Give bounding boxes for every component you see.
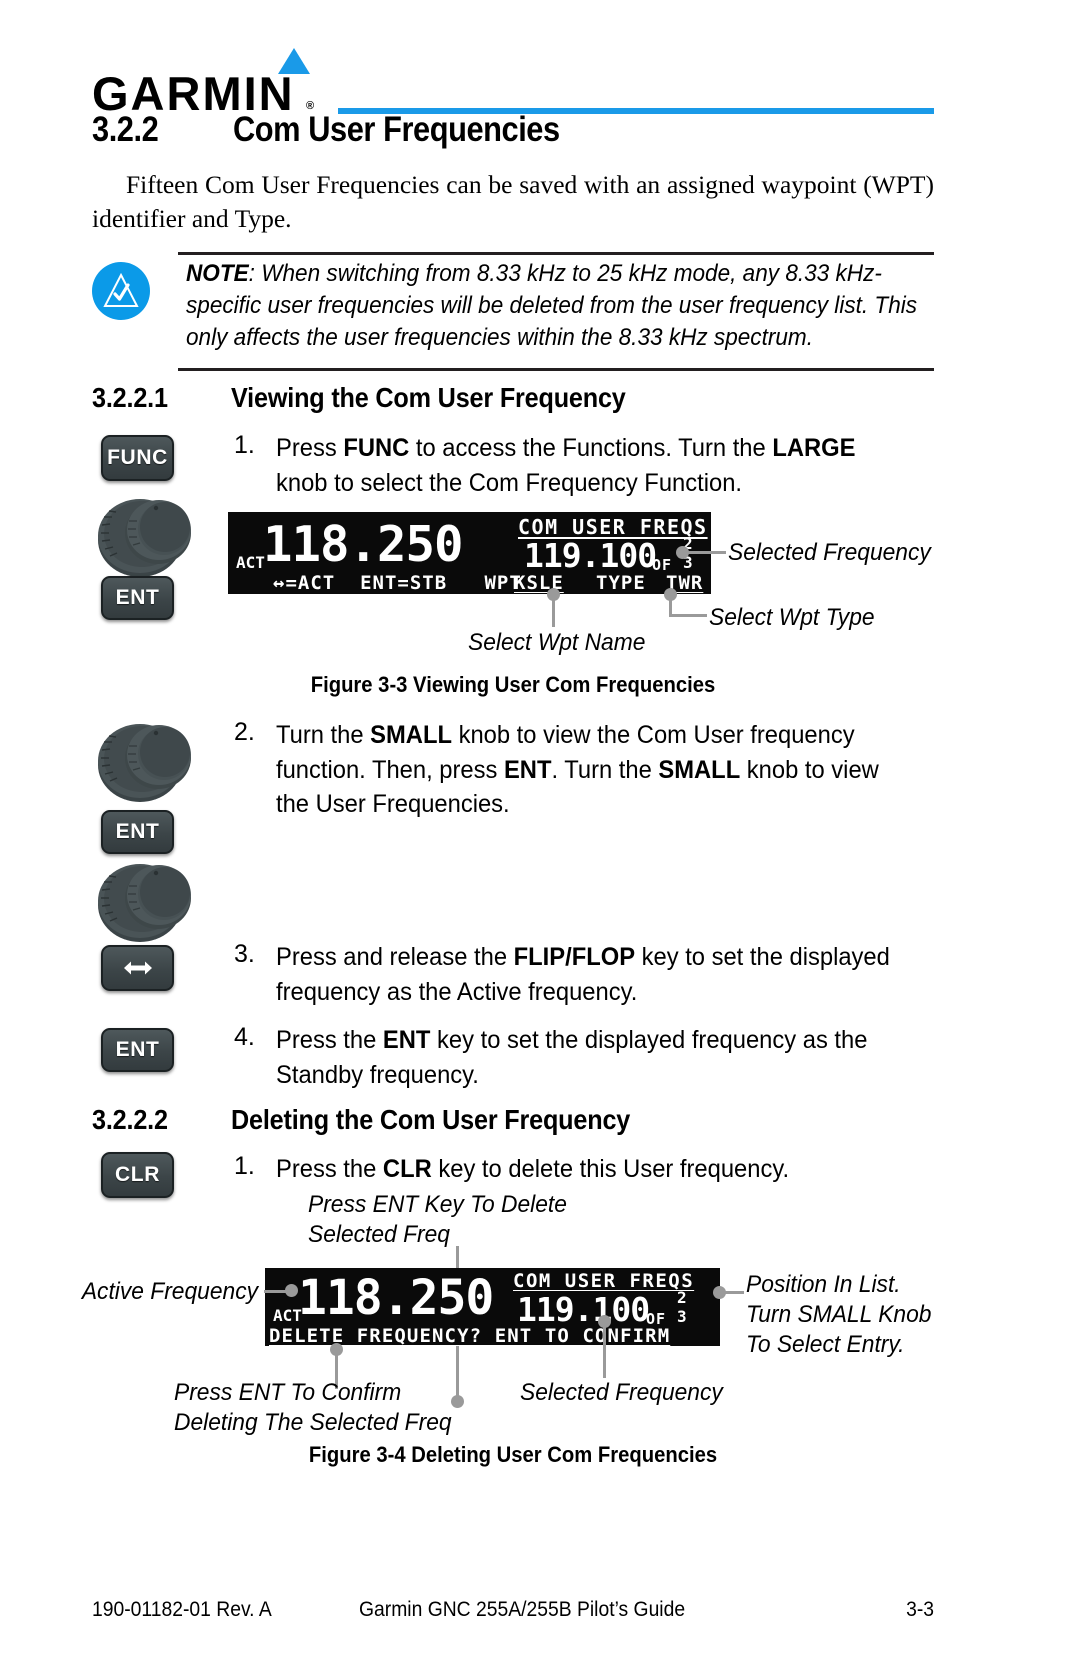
func-key[interactable]: FUNC: [101, 435, 174, 481]
knob-icon-3: [98, 864, 191, 942]
figure-3-4-caption: Figure 3-4 Deleting User Com Frequencies: [308, 1442, 718, 1467]
page-header: GARMIN ®: [92, 22, 934, 117]
garmin-logo: GARMIN ®: [92, 22, 332, 117]
step-3-number: 3.: [234, 940, 255, 968]
leader-dot-active-freq: [285, 1284, 298, 1297]
note-icon-glyph: [103, 272, 139, 307]
large-small-knob-3[interactable]: [96, 858, 194, 944]
step-5-number: 1.: [234, 1152, 255, 1180]
display2-prompt-line: DELETE FREQUENCY? ENT TO CONFIRM: [269, 1325, 671, 1346]
display2-position-total: 3: [677, 1307, 688, 1326]
display1-status-line: ↔=ACT ENT=STB WPT: [273, 572, 522, 594]
figure-3-3-caption: Figure 3-3 Viewing User Com Frequencies: [310, 672, 716, 697]
note-bottom-rule: [178, 368, 934, 371]
callout-position-in-list: Position In List. Turn SMALL Knob To Sel…: [746, 1271, 932, 1358]
document-page: GARMIN ® 3.2.2 Com User Frequencies Fift…: [0, 0, 1080, 1669]
gnc255-display-figure-3-3: ACT 118.250 COM USER FREQS 119.100 OF 2 …: [228, 512, 711, 594]
ent-key-1-label: ENT: [115, 586, 160, 609]
callout-press-ent-confirm: Press ENT To Confirm Deleting The Select…: [174, 1379, 452, 1436]
intro-paragraph: Fifteen Com User Frequencies can be save…: [92, 170, 934, 233]
footer-page-number: 3-3: [906, 1598, 934, 1621]
step-1-text: Press FUNC to access the Functions. Turn…: [276, 434, 856, 497]
step-1-number: 1.: [234, 431, 255, 459]
note-top-rule: [178, 252, 934, 255]
display2-title: COM USER FREQS: [513, 1270, 695, 1292]
func-key-label: FUNC: [107, 446, 168, 469]
gnc255-display-figure-3-4: ACT 118.250 COM USER FREQS 119.100 OF 2 …: [265, 1268, 720, 1346]
callout-selected-frequency-2: Selected Frequency: [520, 1379, 723, 1406]
knob-icon-2: [98, 724, 191, 802]
ent-key-2-label: ENT: [115, 820, 160, 843]
large-small-knob-1[interactable]: [96, 493, 194, 579]
subsection-1-number: 3.2.2.1: [92, 382, 168, 413]
step-3-text: Press and release the FLIP/FLOP key to s…: [276, 943, 890, 1006]
clr-key[interactable]: CLR: [101, 1152, 174, 1198]
note-body: NOTE: When switching from 8.33 kHz to 25…: [186, 258, 919, 354]
callout-active-frequency: Active Frequency: [81, 1278, 258, 1305]
display2-active-frequency: 118.250: [298, 1270, 494, 1326]
leader-line-position-in-list: [722, 1291, 744, 1294]
leader-vline-wpt-name: [552, 594, 555, 627]
note-body-text: : When switching from 8.33 kHz to 25 kHz…: [186, 260, 918, 351]
section-number: 3.2.2: [92, 110, 159, 149]
display2-position-current: 2: [677, 1288, 688, 1307]
page-title: Com User Frequencies: [233, 110, 560, 149]
flip-flop-arrow-icon: [123, 961, 152, 975]
footer-document-number: 190-01182-01 Rev. A: [92, 1598, 272, 1621]
display1-active-frequency: 118.250: [263, 516, 464, 573]
step-4-text: Press the ENT key to set the displayed f…: [276, 1026, 868, 1089]
clr-key-label: CLR: [115, 1163, 160, 1186]
ent-key-3-label: ENT: [115, 1038, 160, 1061]
knob-icon: [98, 499, 191, 577]
step-2-number: 2.: [234, 718, 255, 746]
leader-vline-wpt-type: [669, 594, 672, 616]
step-2-text: Turn the SMALL knob to view the Com User…: [276, 721, 879, 818]
callout-press-ent-delete: Press ENT Key To Delete Selected Freq: [308, 1191, 567, 1248]
display1-active-label: ACT: [236, 553, 265, 572]
display1-type-label: TYPE: [596, 572, 646, 594]
footer-guide-title: Garmin GNC 255A/255B Pilot’s Guide: [359, 1598, 686, 1621]
note-triangle-check-icon: [92, 262, 150, 320]
leader-vline-selected-freq-2: [603, 1321, 606, 1378]
callout-selected-frequency-1: Selected Frequency: [728, 539, 931, 566]
flip-flop-key[interactable]: [101, 945, 174, 991]
ent-key-1[interactable]: ENT: [101, 576, 174, 620]
display1-selected-frequency: 119.100: [524, 536, 657, 575]
step-5-text: Press the CLR key to delete this User fr…: [276, 1155, 790, 1183]
leader-hline-wpt-type: [669, 614, 707, 617]
note-label: NOTE: [186, 260, 249, 287]
subsection-1-title: Viewing the Com User Frequency: [231, 382, 626, 413]
callout-select-wpt-name: Select Wpt Name: [468, 629, 646, 656]
callout-select-wpt-type: Select Wpt Type: [709, 604, 875, 631]
display2-selected-frequency: 119.100: [517, 1290, 650, 1329]
ent-key-3[interactable]: ENT: [101, 1028, 174, 1072]
ent-key-2[interactable]: ENT: [101, 810, 174, 854]
step-4-number: 4.: [234, 1023, 255, 1051]
large-small-knob-2[interactable]: [96, 718, 194, 804]
subsection-2-number: 3.2.2.2: [92, 1104, 168, 1135]
leader-line-selected-freq-1: [686, 551, 726, 554]
subsection-2-title: Deleting the Com User Frequency: [231, 1104, 631, 1135]
